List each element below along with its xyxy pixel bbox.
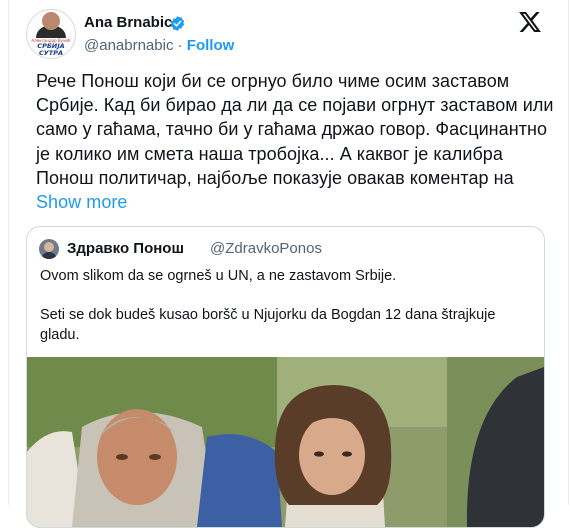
quoted-tweet-text: Ovom slikom da se ogrneš u UN, a ne zast… <box>40 267 530 345</box>
quoted-avatar-figure <box>41 252 57 259</box>
timeline-divider-right <box>568 0 569 505</box>
quoted-tweet-card[interactable]: Здравко Понош @ZdravkoPonos Ovom slikom … <box>26 226 545 528</box>
quoted-tweet-photo[interactable] <box>27 357 544 527</box>
avatar-face <box>42 12 60 30</box>
author-handle[interactable]: @anabrnabic <box>84 37 173 54</box>
tweet-text: Рече Понош који би се огрнуо било чиме о… <box>36 69 556 214</box>
show-more-link[interactable]: Show more <box>36 192 128 212</box>
handle-separator: · <box>177 37 183 54</box>
author-handle-line: @anabrnabic · Follow <box>84 37 234 54</box>
avatar-logo: СРБИЈА СУТРА <box>29 43 73 56</box>
quoted-text-line2: Seti se dok budeš kusao boršč u Njujorku… <box>40 307 496 343</box>
quoted-author-handle: @ZdravkoPonos <box>210 240 322 257</box>
quoted-avatar-face <box>44 242 54 252</box>
quoted-author-name: Здравко Понош <box>67 240 184 257</box>
quoted-text-line1: Ovom slikom da se ogrneš u UN, a ne zast… <box>40 268 397 284</box>
author-name[interactable]: Ana Brnabic <box>84 14 172 31</box>
timeline-divider-left <box>8 0 9 505</box>
tweet-body: Рече Понош који би се огрнуо било чиме о… <box>36 71 554 188</box>
author-avatar[interactable]: Александар Вучић СРБИЈА СУТРА <box>26 9 76 59</box>
x-logo-icon[interactable] <box>519 12 541 32</box>
avatar-logo-line2: СУТРА <box>38 48 63 57</box>
quoted-author-avatar <box>39 239 59 259</box>
follow-button[interactable]: Follow <box>187 37 235 54</box>
verified-badge-icon <box>170 16 185 31</box>
